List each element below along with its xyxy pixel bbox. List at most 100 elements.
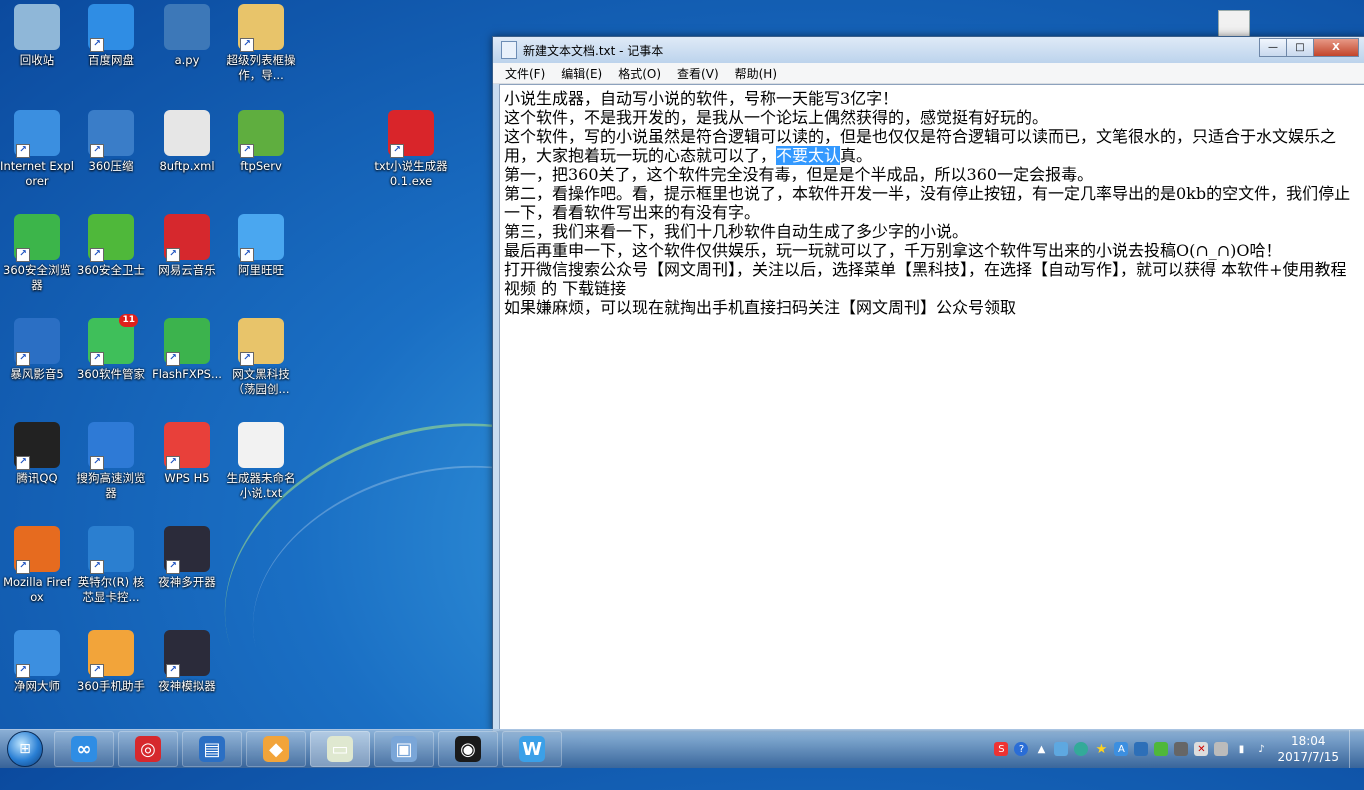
menu-edit[interactable]: 编辑(E)	[553, 65, 610, 82]
update-icon[interactable]	[1134, 742, 1149, 756]
adsafe-tray-icon[interactable]: A	[1114, 742, 1129, 756]
network-box-icon[interactable]	[1054, 742, 1069, 756]
shortcut-arrow-icon: ↗	[16, 664, 30, 678]
image-viewer-task-icon: ▣	[391, 736, 417, 762]
close-button[interactable]: X	[1313, 38, 1359, 57]
360-zip-icon: ↗	[88, 110, 134, 158]
desktop-icon-label: WPS H5	[164, 471, 210, 485]
desktop-icon[interactable]: ↗ 超级列表框操作，导...	[224, 4, 298, 83]
shortcut-arrow-icon: ↗	[166, 248, 180, 262]
360-mobile-task-button[interactable]: ◆	[246, 731, 306, 767]
desktop-icon[interactable]: ↗ txt小说生成器0.1.exe	[374, 110, 448, 189]
desktop-icon[interactable]: ↗ Internet Explorer	[0, 110, 74, 189]
help-icon[interactable]: ?	[1014, 742, 1029, 756]
desktop-icon[interactable]: ↗ 360安全浏览器	[0, 214, 74, 293]
desktop-icon[interactable]: ↗ 暴风影音5	[0, 318, 74, 382]
desktop-icon-label: 暴风影音5	[10, 367, 64, 381]
desktop-icon[interactable]: ↗ Mozilla Firefox	[0, 526, 74, 605]
desktop-icon[interactable]: ↗ 腾讯QQ	[0, 422, 74, 486]
recycle-bin-icon	[14, 4, 60, 50]
wechat-icon[interactable]	[1154, 742, 1169, 756]
desktop-icon-label: 360压缩	[88, 159, 134, 173]
desktop-icon[interactable]: ↗ 英特尔(R) 核芯显卡控...	[74, 526, 148, 605]
desktop-icon[interactable]: ↗ 夜神模拟器	[150, 630, 224, 694]
obs-task-button[interactable]: ◉	[438, 731, 498, 767]
desktop-icon[interactable]: ↗ 夜神多开器	[150, 526, 224, 590]
device-icon[interactable]	[1214, 742, 1229, 756]
tray-expand-icon[interactable]: ▲	[1034, 742, 1048, 756]
baofeng-task-button[interactable]: ▤	[182, 731, 242, 767]
shortcut-arrow-icon: ↗	[240, 144, 254, 158]
baidu-netdisk-task-icon: ∞	[71, 736, 97, 762]
360-mobile-icon: ↗	[88, 630, 134, 678]
desktop-icon[interactable]: ↗ 百度网盘	[74, 4, 148, 68]
text-line: 这个软件，写的小说虽然是符合逻辑可以读的，但是也仅仅是符合逻辑可以读而已，文笔很…	[504, 127, 1360, 165]
desktop-icon[interactable]: 8uftp.xml	[150, 110, 224, 174]
desktop-icon[interactable]: a.py	[150, 4, 224, 68]
desktop-icon[interactable]: ↗ 网易云音乐	[150, 214, 224, 278]
shortcut-arrow-icon: ↗	[166, 560, 180, 574]
aliwangwang-icon: ↗	[238, 214, 284, 262]
shortcut-arrow-icon: ↗	[90, 352, 104, 366]
desktop-icon[interactable]: 生成器未命名小说.txt	[224, 422, 298, 501]
desktop-icon-label: ftpServ	[240, 159, 282, 173]
text-line: 第二，看操作吧。看，提示框里也说了，本软件开发一半，没有停止按钮，有一定几率导出…	[504, 184, 1351, 222]
desktop-icon[interactable]: ↗ 搜狗高速浏览器	[74, 422, 148, 501]
wps-h5-icon: ↗	[164, 422, 210, 470]
notepad-task-button[interactable]: ▭	[310, 731, 370, 767]
window-title: 新建文本文档.txt - 记事本	[523, 43, 664, 58]
firefox-icon: ↗	[14, 526, 60, 574]
desktop-icon[interactable]: ↗ WPS H5	[150, 422, 224, 486]
desktop-icon[interactable]: ↗ ftpServ	[224, 110, 298, 174]
action-center-icon[interactable]: ✕	[1194, 742, 1209, 756]
desktop-icon-label: 生成器未命名小说.txt	[226, 471, 296, 500]
notepad-app-icon	[501, 41, 517, 59]
menu-help[interactable]: 帮助(H)	[727, 65, 785, 82]
notepad-titlebar[interactable]: 新建文本文档.txt - 记事本 — □ X	[493, 37, 1364, 63]
desktop-icon[interactable]: ↗ FlashFXPS...	[150, 318, 224, 382]
shortcut-arrow-icon: ↗	[390, 144, 404, 158]
image-viewer-task-button[interactable]: ▣	[374, 731, 434, 767]
desktop-icon[interactable]: ↗ 360手机助手	[74, 630, 148, 694]
clock[interactable]: 18:04 2017/7/15	[1277, 733, 1339, 765]
desktop-icon[interactable]: ↗ 阿里旺旺	[224, 214, 298, 278]
star-icon[interactable]: ★	[1094, 742, 1108, 757]
desktop-icon-label: Mozilla Firefox	[3, 575, 71, 604]
volume-icon[interactable]: ♪	[1254, 742, 1268, 756]
display-icon[interactable]	[1174, 742, 1189, 756]
baidu-netdisk-task-button[interactable]: ∞	[54, 731, 114, 767]
wps-task-button[interactable]: W	[502, 731, 562, 767]
desktop-icon-label: 英特尔(R) 核芯显卡控...	[77, 575, 145, 604]
desktop-icon[interactable]: ↗ 360压缩	[74, 110, 148, 174]
desktop-icon-label: 净网大师	[14, 679, 60, 693]
selected-text: 不要太认	[776, 146, 841, 165]
clock-date: 2017/7/15	[1277, 750, 1339, 764]
menu-format[interactable]: 格式(O)	[610, 65, 669, 82]
desktop-icon-label: 网易云音乐	[158, 263, 216, 277]
360-tray-icon[interactable]	[1074, 742, 1089, 756]
netease-music-task-button[interactable]: ◎	[118, 731, 178, 767]
desktop-icon[interactable]: ↗ 网文黑科技（荡园创...	[224, 318, 298, 397]
adsafe-icon: ↗	[14, 630, 60, 678]
desktop-icon[interactable]: ↗ 11 360软件管家	[74, 314, 148, 382]
desktop-icon[interactable]: 回收站	[0, 4, 74, 68]
notification-badge: 11	[119, 314, 138, 327]
taskbar: ⊞ ∞ ◎ ▤ ◆ ▭ ▣ ◉ W S ? ▲ ★ A ✕ ▮ ♪ 18:04 2017/7/…	[0, 729, 1364, 768]
desktop-icon-label: 百度网盘	[88, 53, 134, 67]
baidu-netdisk-icon: ↗	[88, 4, 134, 52]
show-desktop-button[interactable]	[1349, 730, 1364, 768]
nox-emulator-icon: ↗	[164, 630, 210, 678]
flashfxp-icon: ↗	[164, 318, 210, 366]
signal-icon[interactable]: ▮	[1234, 742, 1248, 756]
desktop-icon[interactable]: ↗ 净网大师	[0, 630, 74, 694]
start-button[interactable]: ⊞	[0, 730, 50, 768]
minimize-button[interactable]: —	[1259, 38, 1287, 57]
maximize-button[interactable]: □	[1286, 38, 1314, 57]
shortcut-arrow-icon: ↗	[90, 38, 104, 52]
menu-view[interactable]: 查看(V)	[669, 65, 727, 82]
internet-explorer-icon: ↗	[14, 110, 60, 158]
menu-file[interactable]: 文件(F)	[497, 65, 553, 82]
sogou-ime-icon[interactable]: S	[994, 742, 1009, 756]
text-editor[interactable]: 小说生成器，自动写小说的软件，号称一天能写3亿字！ 这个软件，不是我开发的，是我…	[499, 84, 1364, 731]
desktop-icon[interactable]: ↗ 360安全卫士	[74, 214, 148, 278]
